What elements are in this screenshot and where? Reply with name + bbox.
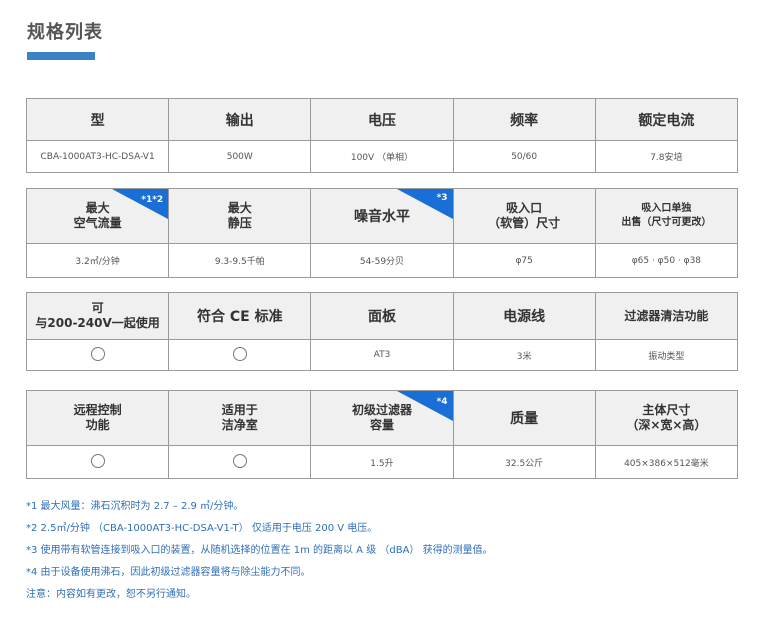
spec-table-4: 远程控制 功能 适用于 洁净室 初级过滤器 容量 *4 质量 主体尺寸 （深×宽×… [25, 390, 739, 479]
value-cell: 3米 [452, 339, 596, 371]
footnote-2: *2 2.5㎥/分钟 （CBA-1000AT3-HC-DSA-V1-T） 仅适用… [26, 523, 378, 534]
header-label: 型 [90, 112, 105, 129]
value-cell: 54-59分贝 [310, 243, 454, 278]
spec-table-2: 最大 空气流量 *1*2 最大 静压 噪音水平 *3 吸入口 （软管）尺寸 吸入口单… [25, 188, 739, 278]
footnote-disclaimer: 注意：内容如有更改，恕不另行通知。 [26, 589, 196, 600]
value-cell [168, 339, 312, 371]
cell-value: 3米 [516, 351, 532, 362]
footnote-ref: *1*2 [141, 195, 164, 205]
header-label: 频率 [510, 112, 539, 129]
value-cell: 3.2㎥/分钟 [25, 243, 170, 278]
header-cell: 吸入口单独 出售（尺寸可更改） [594, 188, 739, 244]
value-cell: 1.5升 [310, 445, 454, 479]
header-label: 符合 CE 标准 [196, 309, 283, 325]
header-cell: 远程控制 功能 [25, 390, 170, 446]
header-cell: 输出 [168, 98, 312, 141]
header-label: 额定电流 [638, 112, 695, 129]
header-label: 电源线 [503, 309, 546, 325]
cell-value: 振动类型 [648, 351, 685, 362]
cell-value: 3.2㎥/分钟 [75, 257, 120, 267]
header-cell: 频率 [452, 98, 596, 141]
header-cell: 额定电流 [594, 98, 739, 141]
cell-value: φ65 · φ50 · φ38 [631, 255, 702, 266]
value-cell: 500W [168, 140, 312, 173]
cell-value: AT3 [373, 350, 391, 360]
cell-value: 9.3-9.5千帕 [214, 257, 265, 267]
header-label: 可 与200-240V一起使用 [35, 301, 160, 330]
cell-value: 500W [226, 151, 253, 162]
header-cell: 可 与200-240V一起使用 [25, 292, 170, 340]
cell-value: 32.5公斤 [505, 458, 544, 469]
circle-mark-icon [232, 453, 247, 468]
footnote-1: *1 最大风量：沸石沉积时为 2.7 – 2.9 ㎥/分钟。 [26, 501, 244, 512]
cell-value: 1.5升 [370, 458, 394, 469]
cell-value: 50/60 [511, 151, 538, 162]
value-cell: φ75 [452, 243, 596, 278]
value-cell: 405×386×512毫米 [594, 445, 739, 479]
header-label: 质量 [510, 411, 539, 427]
header-label: 最大 静压 [227, 201, 252, 230]
value-cell: 振动类型 [594, 339, 739, 371]
value-cell: 9.3-9.5千帕 [168, 243, 312, 278]
footnote-ref: *3 [436, 193, 448, 203]
circle-mark-icon [90, 346, 105, 361]
value-cell: AT3 [310, 339, 454, 371]
header-cell: 符合 CE 标准 [168, 292, 312, 340]
footnote-ref: *4 [436, 397, 448, 407]
header-cell: 噪音水平 *3 [310, 188, 454, 244]
header-cell: 面板 [310, 292, 454, 340]
cell-value: 405×386×512毫米 [624, 458, 709, 469]
header-label: 吸入口 （软管）尺寸 [488, 201, 561, 230]
spec-table-1: 型 输出 电压 频率 额定电流 CBA-1000AT3-HC-DSA-V1 50… [25, 98, 739, 173]
footnote-4: *4 由于设备使用沸石，因此初级过滤器容量将与除尘能力不同。 [26, 567, 311, 578]
header-label: 适用于 洁净室 [221, 403, 258, 432]
page-title: 规格列表 [27, 22, 103, 43]
value-cell [25, 445, 170, 479]
value-cell: φ65 · φ50 · φ38 [594, 243, 739, 278]
header-label: 输出 [225, 112, 254, 129]
header-cell: 过滤器清洁功能 [594, 292, 739, 340]
spec-table-3: 可 与200-240V一起使用 符合 CE 标准 面板 电源线 过滤器清洁功能 … [25, 292, 739, 371]
cell-value: 54-59分贝 [359, 257, 405, 267]
header-label: 主体尺寸 （深×宽×高） [626, 403, 707, 432]
header-label: 过滤器清洁功能 [624, 308, 709, 323]
footnote-3: *3 使用带有软管连接到吸入口的装置，从随机选择的位置在 1m 的距离以 A 级… [26, 545, 493, 556]
value-cell: 50/60 [452, 140, 596, 173]
value-cell [25, 339, 170, 371]
title-underline [27, 52, 95, 60]
header-cell: 最大 空气流量 *1*2 [25, 188, 170, 244]
cell-value: φ75 [515, 255, 533, 266]
header-cell: 适用于 洁净室 [168, 390, 312, 446]
header-label: 面板 [367, 309, 396, 325]
cell-value: 100V （单相） [350, 153, 414, 163]
header-label: 电压 [367, 112, 396, 129]
cell-value: 7.8安培 [650, 153, 683, 163]
circle-mark-icon [232, 346, 247, 361]
header-label: 远程控制 功能 [73, 403, 122, 432]
header-cell: 型 [25, 98, 170, 141]
circle-mark-icon [90, 453, 105, 468]
header-cell: 电压 [310, 98, 454, 141]
footnotes: *1 最大风量：沸石沉积时为 2.7 – 2.9 ㎥/分钟。 *2 2.5㎥/分… [26, 500, 738, 610]
header-cell: 初级过滤器 容量 *4 [310, 390, 454, 446]
value-cell: 7.8安培 [594, 140, 739, 173]
header-cell: 主体尺寸 （深×宽×高） [594, 390, 739, 446]
header-cell: 电源线 [452, 292, 596, 340]
header-cell: 最大 静压 [168, 188, 312, 244]
value-cell: CBA-1000AT3-HC-DSA-V1 [25, 140, 170, 173]
value-cell: 32.5公斤 [452, 445, 596, 479]
value-cell [168, 445, 312, 479]
header-cell: 质量 [452, 390, 596, 446]
header-cell: 吸入口 （软管）尺寸 [452, 188, 596, 244]
value-cell: 100V （单相） [310, 140, 454, 173]
cell-value: CBA-1000AT3-HC-DSA-V1 [40, 151, 155, 162]
header-label: 吸入口单独 出售（尺寸可更改） [621, 203, 712, 228]
